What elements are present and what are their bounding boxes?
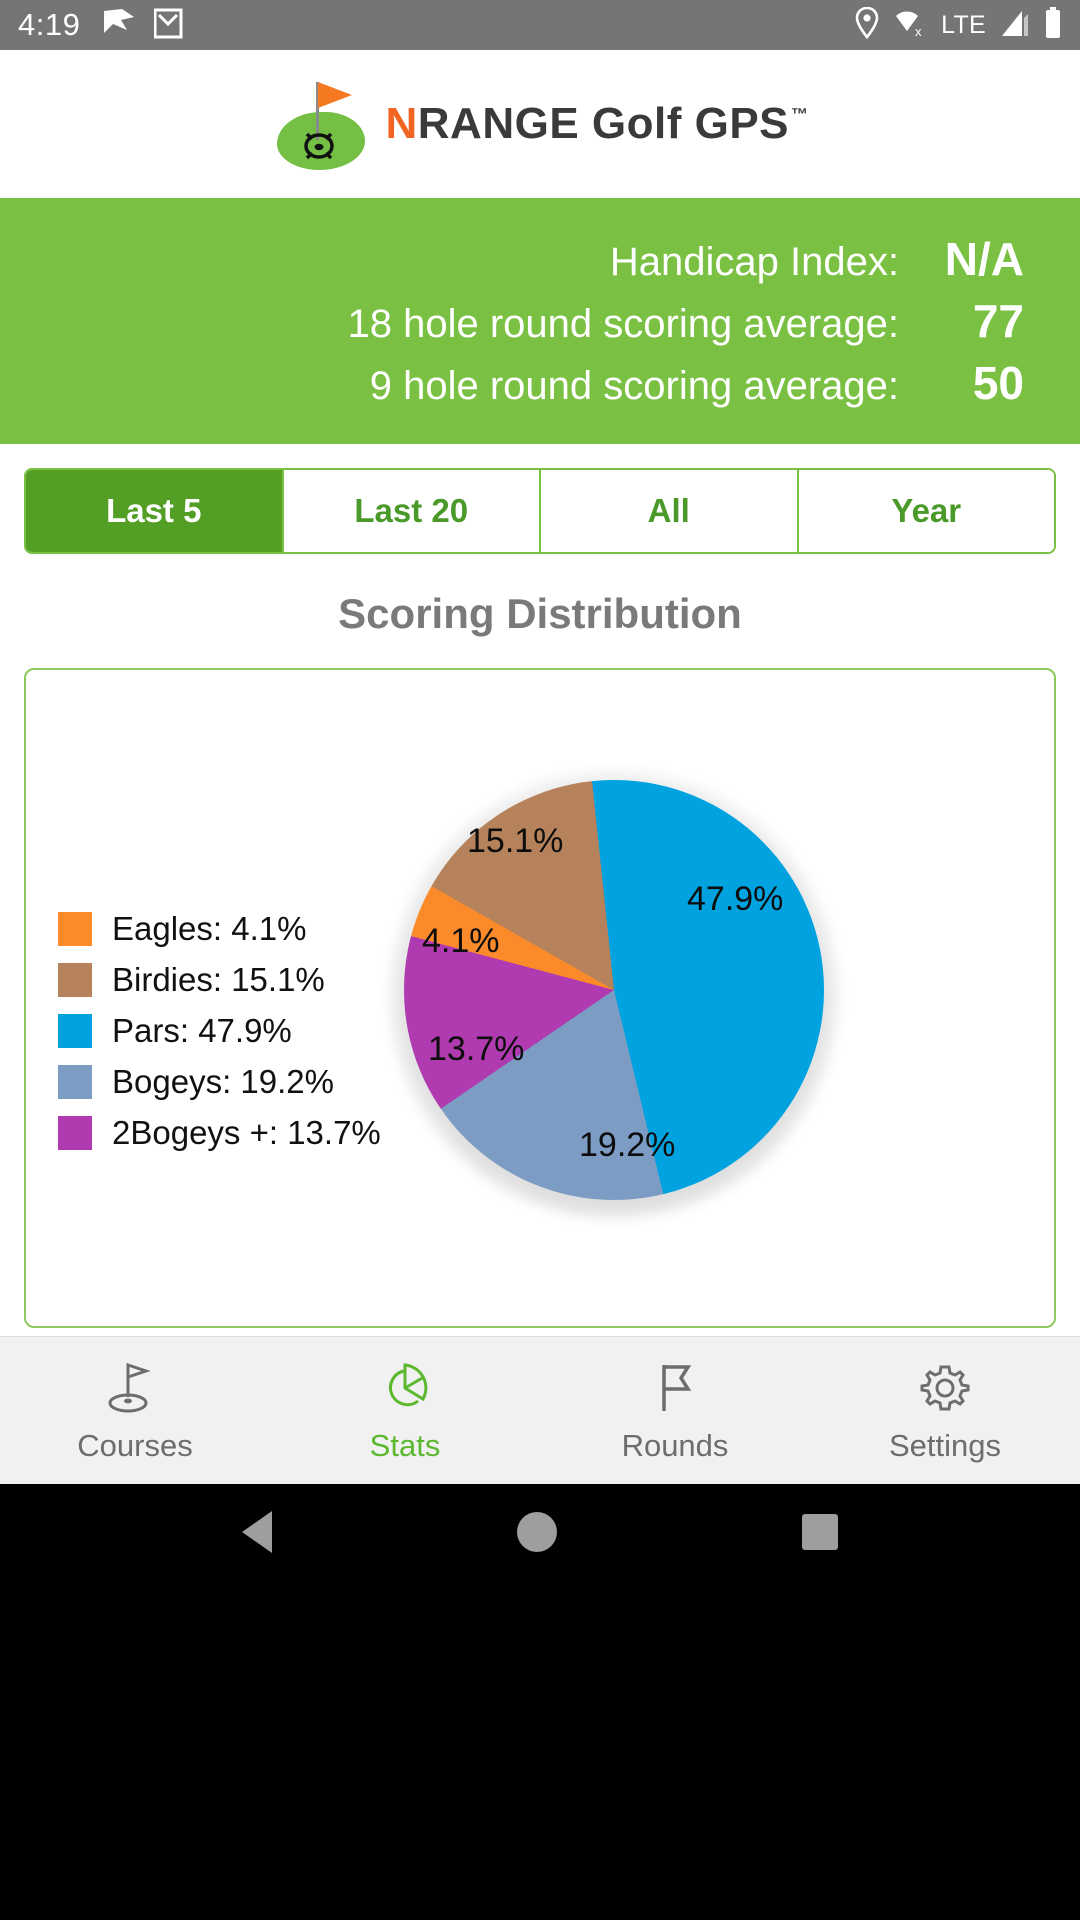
legend-swatch-eagles [58,912,92,946]
nav-label-settings: Settings [888,1428,1001,1463]
gmail-icon [153,7,184,44]
trademark-symbol: ™ [791,105,809,124]
legend-label-pars: Pars: 47.9% [112,1012,292,1049]
bird-notification-icon [102,8,136,43]
battery-icon [1044,6,1062,44]
nav-label-stats: Stats [369,1428,441,1463]
hole-target-icon [304,132,335,160]
legend-swatch-pars [58,1014,92,1048]
eighteen-hole-average-value: 77 [972,295,1024,347]
square-recents-icon[interactable] [801,1514,838,1550]
location-pin-icon [855,6,879,44]
nav-label-courses: Courses [77,1428,193,1463]
bottom-navigation: Courses Stats Rounds Settings [0,1336,1080,1484]
pie-label-bogeys: 19.2% [579,1126,676,1164]
legend-swatch-birdies [58,963,92,997]
legend-swatch-2bogeys [58,1116,92,1150]
legend-item-eagles: Eagles: 4.1% [58,910,381,948]
pie-chart-icon [389,1363,428,1407]
handicap-index-value: N/A [944,233,1024,285]
chart-title: Scoring Distribution [338,590,742,637]
legend-item-pars: Pars: 47.9% [58,1012,381,1050]
nine-hole-average-label: 9 hole round scoring average: [369,364,899,408]
tab-last-20[interactable]: Last 20 [283,470,541,552]
golf-green-flag-logo-icon [271,76,367,172]
chart-legend: Eagles: 4.1% Birdies: 15.1% Pars: 47.9% … [58,910,381,1152]
svg-text:x: x [915,24,922,39]
brand-wordmark: N RANGE Golf GPS ™ [385,99,808,149]
legend-item-2bogeys: 2Bogeys +: 13.7% [58,1114,381,1152]
nav-item-courses[interactable]: Courses [0,1357,270,1464]
circle-home-icon[interactable] [516,1512,557,1552]
status-bar: 4:19 x LTE [0,0,1080,50]
legend-item-birdies: Birdies: 15.1% [58,961,381,999]
triangle-back-icon[interactable] [242,1511,273,1553]
summary-row-9-hole: 9 hole round scoring average: 50 [0,356,1024,410]
pie-label-2bogeys: 13.7% [428,1030,525,1068]
android-system-navigation [0,1484,1080,1920]
legend-swatch-bogeys [58,1065,92,1099]
network-type-label: LTE [941,10,986,39]
scoring-distribution-card[interactable]: Eagles: 4.1% Birdies: 15.1% Pars: 47.9% … [24,668,1056,1328]
pie-label-pars: 47.9% [687,880,784,918]
status-bar-system-icons: x LTE [855,6,1062,44]
pie-chart: 47.9% 15.1% 4.1% 13.7% 19.2% [390,770,838,1218]
filter-tabs-container: Last 5 Last 20 All Year [0,444,1080,554]
summary-row-handicap: Handicap Index: N/A [0,232,1024,286]
tab-last-5[interactable]: Last 5 [26,470,284,552]
brand-rest: RANGE Golf GPS [417,99,790,148]
eighteen-hole-average-label: 18 hole round scoring average: [347,302,899,346]
wifi-off-icon: x [893,7,927,44]
brand-prefix: N [385,99,418,148]
signal-icon [1000,8,1030,43]
legend-item-bogeys: Bogeys: 19.2% [58,1063,381,1101]
legend-label-bogeys: Bogeys: 19.2% [112,1063,334,1100]
app-header: N RANGE Golf GPS ™ [0,50,1080,198]
status-bar-clock: 4:19 [18,7,81,42]
flag-icon [662,1365,692,1411]
pie-label-birdies: 15.1% [467,822,564,860]
tab-year[interactable]: Year [798,470,1054,552]
tab-all[interactable]: All [541,470,799,552]
nav-item-settings[interactable]: Settings [810,1357,1080,1464]
status-bar-notification-icons [102,7,855,44]
summary-row-18-hole: 18 hole round scoring average: 77 [0,294,1024,348]
filter-tabs: Last 5 Last 20 All Year [24,468,1056,554]
golf-green-flag-icon [108,1362,151,1413]
legend-label-2bogeys: 2Bogeys +: 13.7% [112,1114,381,1151]
pie-label-eagles: 4.1% [422,922,500,960]
nav-item-stats[interactable]: Stats [270,1357,540,1464]
summary-panel: Handicap Index: N/A 18 hole round scorin… [0,198,1080,444]
legend-label-birdies: Birdies: 15.1% [112,961,325,998]
nav-label-rounds: Rounds [621,1428,729,1463]
handicap-index-label: Handicap Index: [609,240,899,284]
nine-hole-average-value: 50 [972,357,1024,409]
legend-label-eagles: Eagles: 4.1% [112,910,307,947]
gear-icon [920,1365,970,1411]
nav-item-rounds[interactable]: Rounds [540,1357,810,1464]
